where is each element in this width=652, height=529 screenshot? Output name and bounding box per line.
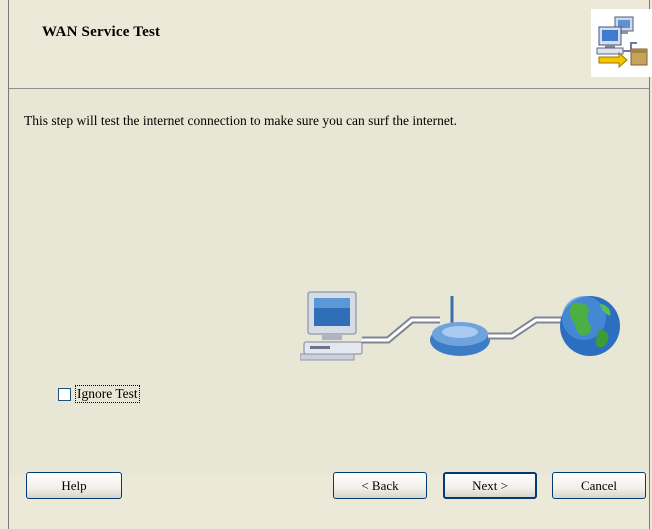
router-icon: [430, 296, 490, 356]
wizard-dialog: WAN Service Test This step will test the…: [0, 0, 652, 529]
network-wizard-icon: [591, 9, 652, 77]
ignore-test-checkbox[interactable]: [58, 387, 71, 401]
computer-icon: [299, 291, 363, 361]
ignore-test-label[interactable]: Ignore Test: [75, 385, 140, 403]
back-button[interactable]: < Back: [333, 472, 427, 499]
page-title: WAN Service Test: [42, 24, 161, 40]
ignore-test-row[interactable]: Ignore Test: [58, 385, 140, 403]
next-button[interactable]: Next >: [443, 472, 537, 499]
cancel-button[interactable]: Cancel: [552, 472, 646, 499]
button-bar: Help < Back Next > Cancel: [9, 472, 649, 529]
wizard-header: WAN Service Test: [9, 0, 652, 89]
connection-illustration: [299, 290, 622, 370]
help-button[interactable]: Help: [26, 472, 122, 499]
wizard-body: [9, 89, 649, 475]
globe-icon: [560, 296, 620, 356]
step-description: This step will test the internet connect…: [24, 113, 458, 128]
